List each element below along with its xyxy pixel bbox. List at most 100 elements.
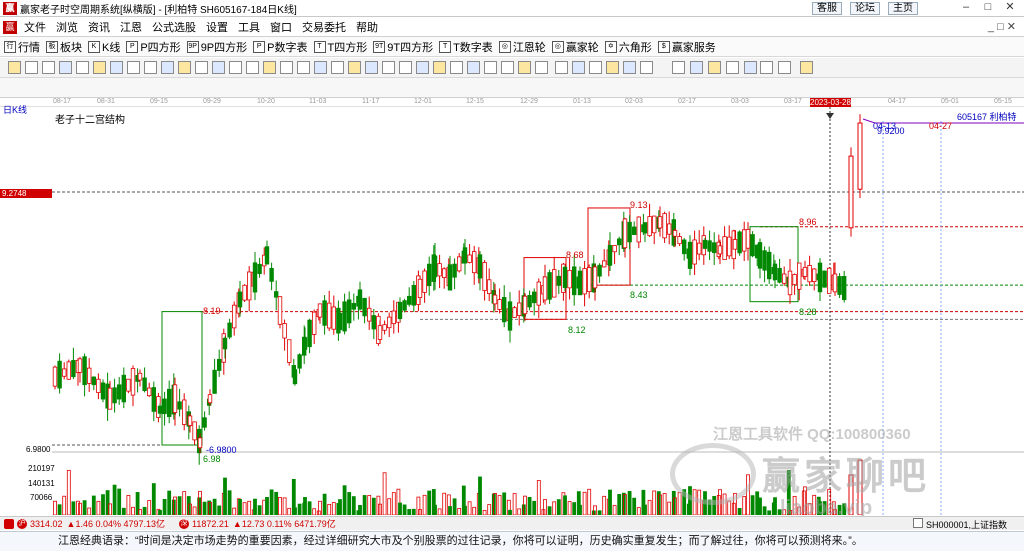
toolbar-item-6[interactable]: T T四方形 xyxy=(313,39,367,55)
drawing-tool-icon[interactable] xyxy=(623,61,636,74)
drawing-tool-icon[interactable] xyxy=(399,61,412,74)
toolbar-item-5[interactable]: P P数字表 xyxy=(253,39,308,55)
drawing-tool-icon[interactable] xyxy=(690,61,703,74)
drawing-tool-icon[interactable] xyxy=(365,61,378,74)
drawing-tool-icon[interactable] xyxy=(178,61,191,74)
toolbar-item-3[interactable]: P P四方形 xyxy=(126,39,181,55)
drawing-tool-icon[interactable] xyxy=(229,61,242,74)
drawing-tool-icon[interactable] xyxy=(555,61,568,74)
drawing-tool-icon[interactable] xyxy=(572,61,585,74)
candle-body xyxy=(257,263,262,275)
candle-body xyxy=(848,155,854,229)
drawing-tool-icon[interactable] xyxy=(382,61,395,74)
drawing-tool-icon[interactable] xyxy=(8,61,21,74)
kline-chart[interactable]: 日K线 老子十二宫结构 605167 利柏特 9.2748 6.9800 04-… xyxy=(0,105,1024,519)
drawing-tool-icon[interactable] xyxy=(246,61,259,74)
drawing-tool-icon[interactable] xyxy=(726,61,739,74)
drawing-tool-icon[interactable] xyxy=(297,61,310,74)
drawing-tool-icon[interactable] xyxy=(744,61,757,74)
drawing-tool-icon[interactable] xyxy=(778,61,791,74)
drawing-tool-icon[interactable] xyxy=(348,61,361,74)
structure-title: 老子十二宫结构 xyxy=(55,115,125,126)
drawing-tool-icon[interactable] xyxy=(127,61,140,74)
drawing-tool-icon[interactable] xyxy=(535,61,548,74)
menu-trade[interactable]: 交易委托 xyxy=(297,19,351,35)
drawing-tool-icon[interactable] xyxy=(25,61,38,74)
minimize-icon[interactable]: – xyxy=(956,1,976,15)
candle-body xyxy=(762,250,767,271)
toolbar-item-2[interactable]: K K线 xyxy=(88,39,120,55)
volume-bar xyxy=(327,503,332,516)
drawing-tool-icon[interactable] xyxy=(76,61,89,74)
toolbar-item-7[interactable]: 9T 9T四方形 xyxy=(373,39,433,55)
drawing-tool-icon[interactable] xyxy=(518,61,531,74)
drawing-tool-icon[interactable] xyxy=(672,61,685,74)
toolbar-item-0[interactable]: 行行情 xyxy=(4,39,40,55)
toolbar-item-10[interactable]: ◎ 赢家轮 xyxy=(551,39,599,55)
menu-help[interactable]: 帮助 xyxy=(351,19,383,35)
home-link[interactable]: 主页 xyxy=(888,2,918,15)
date-tick: 05-15 xyxy=(994,98,1012,105)
drawing-tool-icon[interactable] xyxy=(59,61,72,74)
drawing-tool-icon[interactable] xyxy=(144,61,157,74)
drawing-tool-icon[interactable] xyxy=(93,61,106,74)
watermark-text: 江恩工具软件 QQ:100800360 xyxy=(713,426,911,443)
toolbar-label-11: 六角形 xyxy=(618,41,652,54)
menu-formula[interactable]: 公式选股 xyxy=(147,19,201,35)
menu-settings[interactable]: 设置 xyxy=(201,19,233,35)
app-menu-icon[interactable]: 赢 xyxy=(3,20,17,34)
volume-bar xyxy=(232,507,237,516)
drawing-tool-icon[interactable] xyxy=(606,61,619,74)
drawing-tool-icon[interactable] xyxy=(450,61,463,74)
toolbar-item-12[interactable]: $ 赢家服务 xyxy=(657,39,716,55)
drawing-tool-icon[interactable] xyxy=(467,61,480,74)
volume-bar xyxy=(91,495,96,516)
candle-body xyxy=(672,230,678,237)
toolbar-item-9[interactable]: ◎ 江恩轮 xyxy=(498,39,546,55)
drawing-tool-icon[interactable] xyxy=(760,61,773,74)
drawing-tool-icon[interactable] xyxy=(314,61,327,74)
drawing-tool-icon[interactable] xyxy=(640,61,653,74)
drawing-tool-icon[interactable] xyxy=(263,61,276,74)
drawing-tool-icon[interactable] xyxy=(331,61,344,74)
drawing-tool-icon[interactable] xyxy=(501,61,514,74)
menu-news[interactable]: 资讯 xyxy=(83,19,115,35)
maximize-icon[interactable]: □ xyxy=(978,1,998,15)
index-icon[interactable] xyxy=(913,518,923,528)
menu-gann[interactable]: 江恩 xyxy=(115,19,147,35)
volume-bar xyxy=(238,498,242,516)
toolbar-item-11[interactable]: ✡ 六角形 xyxy=(604,39,652,55)
drawing-tool-icon[interactable] xyxy=(42,61,55,74)
volume-bar xyxy=(126,495,131,516)
service-link[interactable]: 客服 xyxy=(812,2,842,15)
mdi-controls[interactable]: _ □ ✕ xyxy=(988,20,1016,33)
toolbar-item-4[interactable]: 9P 9P四方形 xyxy=(186,39,247,55)
drawing-tool-icon[interactable] xyxy=(484,61,497,74)
menu-window[interactable]: 窗口 xyxy=(265,19,297,35)
drawing-tool-icon[interactable] xyxy=(433,61,446,74)
drawing-tool-icon[interactable] xyxy=(212,61,225,74)
toolbar-item-8[interactable]: T T数字表 xyxy=(439,39,493,55)
volume-bar xyxy=(463,505,467,516)
drawing-tool-icon[interactable] xyxy=(800,61,813,74)
drawing-tool-icon[interactable] xyxy=(589,61,602,74)
candle-body xyxy=(366,307,372,322)
drawing-tool-icon[interactable] xyxy=(161,61,174,74)
menu-browse[interactable]: 浏览 xyxy=(51,19,83,35)
close-icon[interactable]: ✕ xyxy=(1000,1,1020,15)
drawing-tool-icon[interactable] xyxy=(280,61,293,74)
status-menu-icon[interactable] xyxy=(4,518,14,529)
drawing-tool-icon[interactable] xyxy=(416,61,429,74)
watermark-logo xyxy=(670,443,756,505)
forum-link[interactable]: 论坛 xyxy=(850,2,880,15)
drawing-tool-icon[interactable] xyxy=(110,61,123,74)
menu-tools[interactable]: 工具 xyxy=(233,19,265,35)
candle-body xyxy=(66,361,71,380)
candle-body xyxy=(842,276,847,300)
drawing-tool-icon[interactable] xyxy=(195,61,208,74)
toolbar-item-1[interactable]: 板板块 xyxy=(46,39,82,55)
menu-file[interactable]: 文件 xyxy=(19,19,51,35)
drawing-tool-icon[interactable] xyxy=(708,61,721,74)
sz-index-value: 11872.21 xyxy=(192,518,229,529)
volume-bar xyxy=(307,501,312,516)
